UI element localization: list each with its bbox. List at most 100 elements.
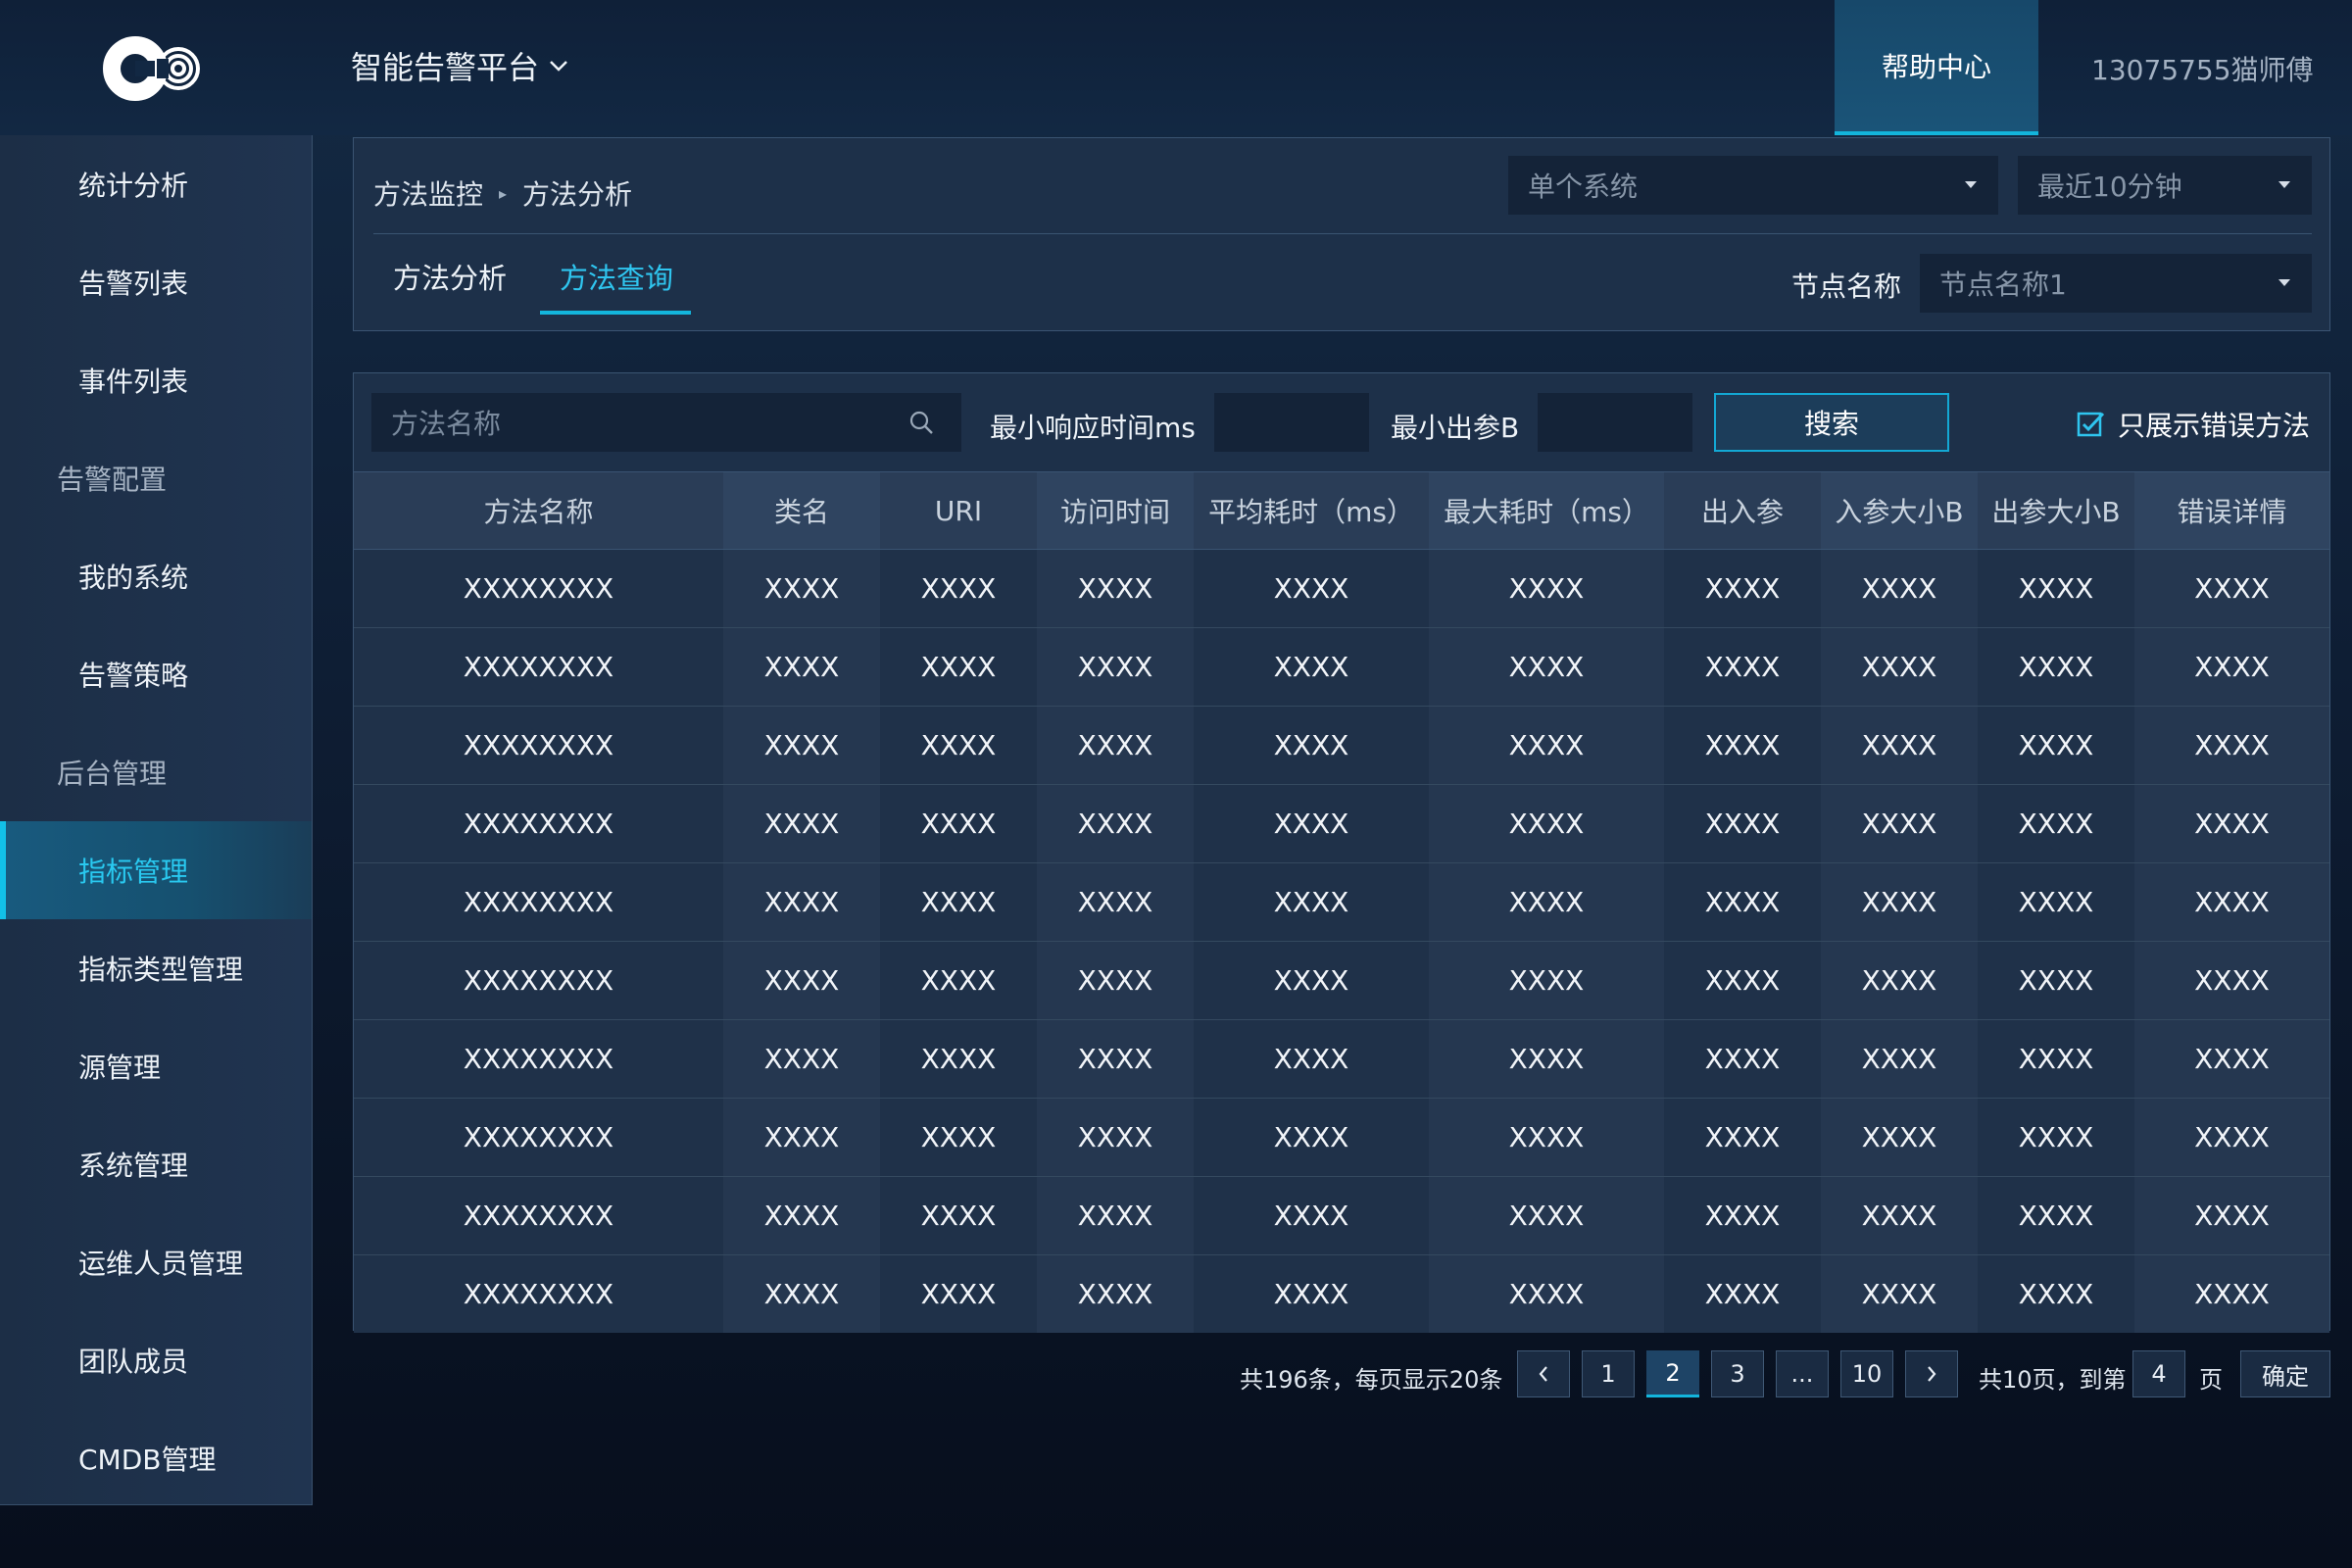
table-row[interactable]: XXXXXXXX XXXX XXXX XXXX XXXX XXXX XXXX XXXX XXXX… [354,549,2329,628]
method-search-input[interactable]: 方法名称 [371,393,961,452]
table-cell: XXXX [1821,1098,1978,1177]
sidebar-item-metric-type-management[interactable]: 指标类型管理 [0,919,312,1017]
only-errors-label: 只展示错误方法 [2118,410,2311,442]
sidebar-item-statistics[interactable]: 统计分析 [0,135,312,233]
min-out-size-input[interactable] [1538,393,1692,452]
table-cell: XXXX [1664,1254,1821,1333]
table-cell: XXXX [1429,1176,1664,1255]
table-cell: XXXX [1429,862,1664,942]
page-button-current[interactable]: 2 [1646,1350,1699,1397]
table-cell: XXXX [880,862,1037,942]
goto-confirm-button[interactable]: 确定 [2240,1350,2330,1397]
column-header: 错误详情 [2134,471,2329,550]
table-cell: XXXX [2134,627,2329,707]
table-cell: XXXX [880,1254,1037,1333]
table-row[interactable]: XXXXXXXX XXXX XXXX XXXX XXXX XXXX XXXX XXXX XXXX… [354,941,2329,1020]
table-row[interactable]: XXXXXXXX XXXX XXXX XXXX XXXX XXXX XXXX XXXX XXXX… [354,1019,2329,1099]
table-row[interactable]: XXXXXXXX XXXX XXXX XXXX XXXX XXXX XXXX XXXX XXXX… [354,862,2329,942]
table-cell: XXXX [1664,784,1821,863]
min-out-size-label: 最小出参B [1391,412,1520,444]
table-row[interactable]: XXXXXXXX XXXX XXXX XXXX XXXX XXXX XXXX XXXX XXXX… [354,1098,2329,1177]
prev-page-button[interactable] [1517,1350,1570,1397]
sidebar-item-ops-staff-management[interactable]: 运维人员管理 [0,1213,312,1311]
search-button-label: 搜索 [1803,408,1859,440]
system-select[interactable]: 单个系统 [1508,156,1998,215]
table-cell: XXXX [880,784,1037,863]
sidebar-item-cmdb-management[interactable]: CMDB管理 [0,1409,312,1507]
help-center-button[interactable]: 帮助中心 [1835,0,2038,135]
sidebar-item-event-list[interactable]: 事件列表 [0,331,312,429]
sidebar-item-source-management[interactable]: 源管理 [0,1017,312,1115]
page-button[interactable]: 3 [1711,1350,1764,1397]
table-cell: XXXX [1194,784,1429,863]
table-cell: XXXX [880,549,1037,628]
goto-page-input[interactable]: 4 [2132,1350,2185,1397]
header-divider [373,233,2312,234]
table-cell: XXXX [1978,784,2134,863]
table-cell: XXXX [1037,549,1194,628]
table-row[interactable]: XXXXXXXX XXXX XXXX XXXX XXXX XXXX XXXX XXXX XXXX… [354,784,2329,863]
chevron-right-icon [1928,1366,1936,1382]
table-row[interactable]: XXXXXXXX XXXX XXXX XXXX XXXX XXXX XXXX XXXX XXXX… [354,627,2329,707]
node-select[interactable]: 节点名称1 [1920,254,2312,313]
table-row[interactable]: XXXXXXXX XXXX XXXX XXXX XXXX XXXX XXXX XXXX XXXX… [354,1176,2329,1255]
table-row[interactable]: XXXXXXXX XXXX XXXX XXXX XXXX XXXX XXXX XXXX XXXX… [354,1254,2329,1333]
table-cell: XXXX [2134,784,2329,863]
table-cell: XXXX [1821,706,1978,785]
table-cell: XXXX [1821,1176,1978,1255]
table-cell: XXXX [723,1019,880,1099]
next-page-button[interactable] [1905,1350,1958,1397]
table-cell: XXXX [1429,1254,1664,1333]
table-cell: XXXX [723,862,880,942]
sidebar-group-label: 后台管理 [57,758,168,790]
sidebar-item-system-management[interactable]: 系统管理 [0,1115,312,1213]
user-account[interactable]: 13075755猫师傅 [2091,49,2314,88]
caret-down-icon [1965,181,1977,188]
tab-method-query[interactable]: 方法查询 [560,256,673,297]
table-cell: XXXX [1037,706,1194,785]
page-button[interactable]: 10 [1840,1350,1893,1397]
page-ellipsis[interactable]: ... [1776,1350,1829,1397]
table-cell: XXXX [1978,1176,2134,1255]
table-cell: XXXX [1037,1176,1194,1255]
table-row[interactable]: XXXXXXXX XXXX XXXX XXXX XXXX XXXX XXXX XXXX XXXX… [354,706,2329,785]
table-cell: XXXX [880,1098,1037,1177]
table-cell: XXXX [1194,1176,1429,1255]
table-cell: XXXX [723,627,880,707]
active-tab-indicator [540,311,691,315]
sidebar-item-label: 指标管理 [78,856,189,888]
sidebar-item-metric-management[interactable]: 指标管理 [0,821,312,919]
table-cell: XXXX [1978,862,2134,942]
node-name-label: 节点名称 [1791,270,1902,303]
table-cell: XXXX [1821,1019,1978,1099]
table-cell: XXXX [723,941,880,1020]
table-cell: XXXX [1664,706,1821,785]
help-center-label: 帮助中心 [1881,51,1991,83]
platform-switcher[interactable]: 智能告警平台 [351,43,568,88]
pagination-summary: 共196条，每页显示20条 [1240,1366,1503,1394]
only-errors-checkbox[interactable]: 只展示错误方法 [2077,405,2310,444]
time-range-select[interactable]: 最近10分钟 [2018,156,2312,215]
tab-method-analysis[interactable]: 方法分析 [393,256,507,297]
breadcrumb: 方法监控 ▸ 方法分析 [373,173,632,213]
table-cell: XXXX [723,1098,880,1177]
table-cell: XXXX [1037,1019,1194,1099]
table-cell: XXXX [723,1176,880,1255]
sidebar-item-label: 团队成员 [78,1346,189,1378]
search-icon[interactable] [908,410,934,435]
system-select-value: 单个系统 [1528,171,1639,203]
page-suffix-label: 页 [2199,1366,2223,1394]
page-button[interactable]: 1 [1582,1350,1635,1397]
sidebar-item-alert-list[interactable]: 告警列表 [0,233,312,331]
search-button[interactable]: 搜索 [1714,393,1949,452]
table-body: XXXXXXXX XXXX XXXX XXXX XXXX XXXX XXXX XXXX XXXX… [354,549,2329,1333]
sidebar-item-my-systems[interactable]: 我的系统 [0,527,312,625]
breadcrumb-root[interactable]: 方法监控 [373,173,483,213]
sidebar-item-team-members[interactable]: 团队成员 [0,1311,312,1409]
table-cell: XXXXXXXX [354,1176,723,1255]
table-cell: XXXX [1978,706,2134,785]
sidebar-item-alert-policy[interactable]: 告警策略 [0,625,312,723]
table-cell: XXXX [2134,941,2329,1020]
column-header: 类名 [723,471,880,550]
min-response-input[interactable] [1214,393,1369,452]
